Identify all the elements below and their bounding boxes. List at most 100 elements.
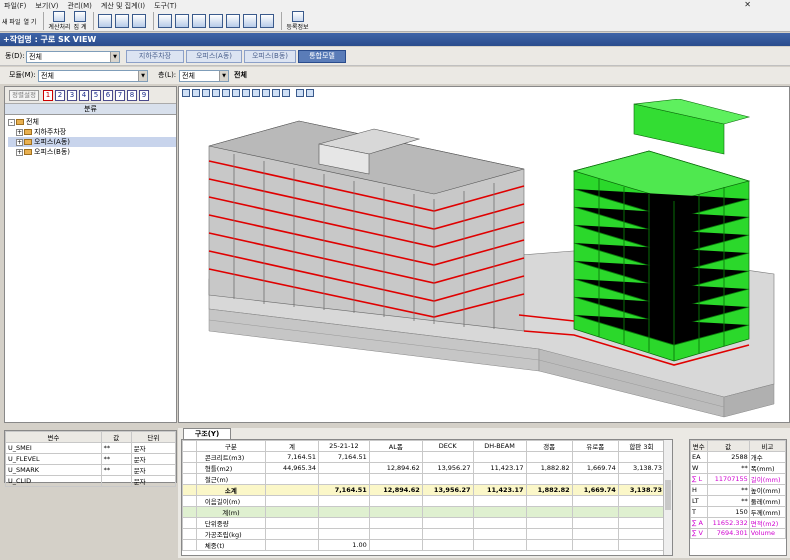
pan-icon[interactable] <box>202 89 210 97</box>
table-row[interactable]: 소계 7,164.51 12,894.62 13,956.27 11,423.17 1,8… <box>182 484 666 496</box>
cube-bottom-icon[interactable] <box>262 89 270 97</box>
menu-calc[interactable]: 계산 및 집계(I) <box>101 1 145 11</box>
level-4-button[interactable]: 4 <box>78 89 89 101</box>
table-row[interactable]: 형틀(m2) 44,965.34 12,894.62 13,956.27 11,423.… <box>182 462 666 474</box>
chevron-down-icon: ▼ <box>138 71 147 81</box>
module-select[interactable]: 전체 ▼ <box>38 70 148 82</box>
open-button[interactable]: 열 기 <box>23 11 36 31</box>
edit-icon[interactable] <box>175 14 190 28</box>
expand-icon[interactable]: + <box>16 128 23 136</box>
cube-right-icon[interactable] <box>242 89 250 97</box>
menu-view[interactable]: 보기(V) <box>35 1 58 11</box>
level-3-button[interactable]: 3 <box>66 89 77 101</box>
table-row[interactable]: U_SMARK ** 문자 <box>5 464 177 476</box>
total-button[interactable]: 집 계 <box>74 11 86 31</box>
menu-manage[interactable]: 관리(M) <box>68 1 92 11</box>
row-label: 콘크리트(m3) <box>195 451 267 463</box>
table-row[interactable]: H ** 높이(mm) <box>690 484 786 496</box>
layers-icon[interactable] <box>296 89 304 97</box>
cell-value <box>368 517 423 529</box>
grid-view-icon[interactable] <box>98 14 113 28</box>
cube-iso-icon[interactable] <box>272 89 280 97</box>
pen-icon[interactable] <box>226 14 241 28</box>
sort-settings-button[interactable]: 정렬설정 <box>9 89 39 101</box>
table-row[interactable]: ∑ L 11707155 길이(mm) <box>690 473 786 485</box>
col-gang-form: 갱폼 <box>525 440 573 452</box>
cube-front-icon[interactable] <box>212 89 220 97</box>
expand-icon[interactable]: + <box>16 138 23 146</box>
view-icon[interactable] <box>182 89 190 97</box>
tree-item-office-a[interactable]: + 오피스(A동) <box>8 137 176 147</box>
cube-back-icon[interactable] <box>222 89 230 97</box>
cell-value <box>264 539 320 551</box>
cell-value <box>368 473 423 485</box>
building-select[interactable]: 전체 ▼ <box>26 51 120 63</box>
search-icon[interactable] <box>115 14 130 28</box>
tree-item-all[interactable]: - 전체 <box>8 117 176 127</box>
tab-parking[interactable]: 지하주차장 <box>126 50 184 63</box>
scroll-thumb[interactable] <box>665 480 671 510</box>
copy-icon[interactable] <box>209 14 224 28</box>
dots-icon[interactable] <box>260 14 275 28</box>
select-box-icon[interactable] <box>158 14 173 28</box>
table-row[interactable]: 이음길이(m) <box>182 495 666 507</box>
grid-scrollbar[interactable] <box>663 440 672 555</box>
calc-button[interactable]: 계산처리 <box>48 11 71 31</box>
table-row[interactable]: 체중(t) 1.00 <box>182 539 666 551</box>
cube-left-icon[interactable] <box>232 89 240 97</box>
zoom-icon[interactable] <box>132 14 147 28</box>
chart-icon[interactable] <box>243 14 258 28</box>
table-row[interactable]: 가공조립(kg) <box>182 528 666 540</box>
new-file-button[interactable]: 새 파일 <box>2 11 20 31</box>
tree-item-office-b[interactable]: + 오피스(B동) <box>8 147 176 157</box>
floor-select[interactable]: 전체 ▼ <box>179 70 229 82</box>
register-button[interactable]: 등록정보 <box>286 11 309 31</box>
cube-iso2-icon[interactable] <box>282 89 290 97</box>
tab-office-a[interactable]: 오피스(A동) <box>186 50 242 63</box>
table-row[interactable]: 철근(m) <box>182 473 666 485</box>
table-row[interactable]: W ** 폭(mm) <box>690 462 786 474</box>
detail-val: 11707155 <box>706 473 750 485</box>
level-9-button[interactable]: 9 <box>138 89 149 101</box>
table-row[interactable]: U_SMEI ** 문자 <box>5 442 177 454</box>
table-row[interactable]: ∑ A 11652.332 면적(m2) <box>690 517 786 529</box>
level-2-button[interactable]: 2 <box>54 89 65 101</box>
level-5-button[interactable]: 5 <box>90 89 101 101</box>
table-row[interactable]: EA 2588 개수 <box>690 451 786 463</box>
col-euro-form: 유로폼 <box>571 440 619 452</box>
cloud-icon[interactable] <box>306 89 314 97</box>
level-8-button[interactable]: 8 <box>126 89 137 101</box>
cell-value <box>368 528 423 540</box>
table-row[interactable]: 단위중량 <box>182 517 666 529</box>
level-7-button[interactable]: 7 <box>114 89 125 101</box>
table-row[interactable]: ∑ V 7694.301 Volume <box>690 528 786 539</box>
expand-icon[interactable]: + <box>16 148 23 156</box>
rotate-icon[interactable] <box>192 89 200 97</box>
tree-item-parking[interactable]: + 지하주차장 <box>8 127 176 137</box>
table-row[interactable]: T 150 두께(mm) <box>690 506 786 518</box>
tab-office-b[interactable]: 오피스(B동) <box>244 50 296 63</box>
window-icon[interactable] <box>192 14 207 28</box>
close-icon[interactable]: ✕ <box>744 0 751 9</box>
toolbar-separator <box>93 12 95 30</box>
cube-top-icon[interactable] <box>252 89 260 97</box>
model-3d-viewer[interactable] <box>178 86 790 423</box>
cell-value <box>472 506 527 518</box>
cell-value <box>525 539 573 551</box>
tab-integrated-model[interactable]: 통합모델 <box>298 50 346 63</box>
collapse-icon[interactable]: - <box>8 118 15 126</box>
table-row[interactable]: U_CLID 문자 <box>5 475 177 487</box>
cell-value: 3,138.73 <box>617 484 666 496</box>
menu-file[interactable]: 파일(F) <box>4 1 26 11</box>
cell-value: 3,138.73 <box>617 462 666 474</box>
table-row[interactable]: 계(m) <box>182 506 666 518</box>
table-row[interactable]: 콘크리트(m3) 7,164.51 7,164.51 <box>182 451 666 463</box>
level-6-button[interactable]: 6 <box>102 89 113 101</box>
level-1-button[interactable]: 1 <box>42 89 53 101</box>
menu-tools[interactable]: 도구(T) <box>154 1 177 11</box>
table-row[interactable]: LT ** 둘레(mm) <box>690 495 786 507</box>
cell-value <box>472 473 527 485</box>
table-row[interactable]: U_FLEVEL ** 문자 <box>5 453 177 465</box>
cell-value: 7,164.51 <box>318 451 370 463</box>
folder-icon <box>24 139 32 145</box>
